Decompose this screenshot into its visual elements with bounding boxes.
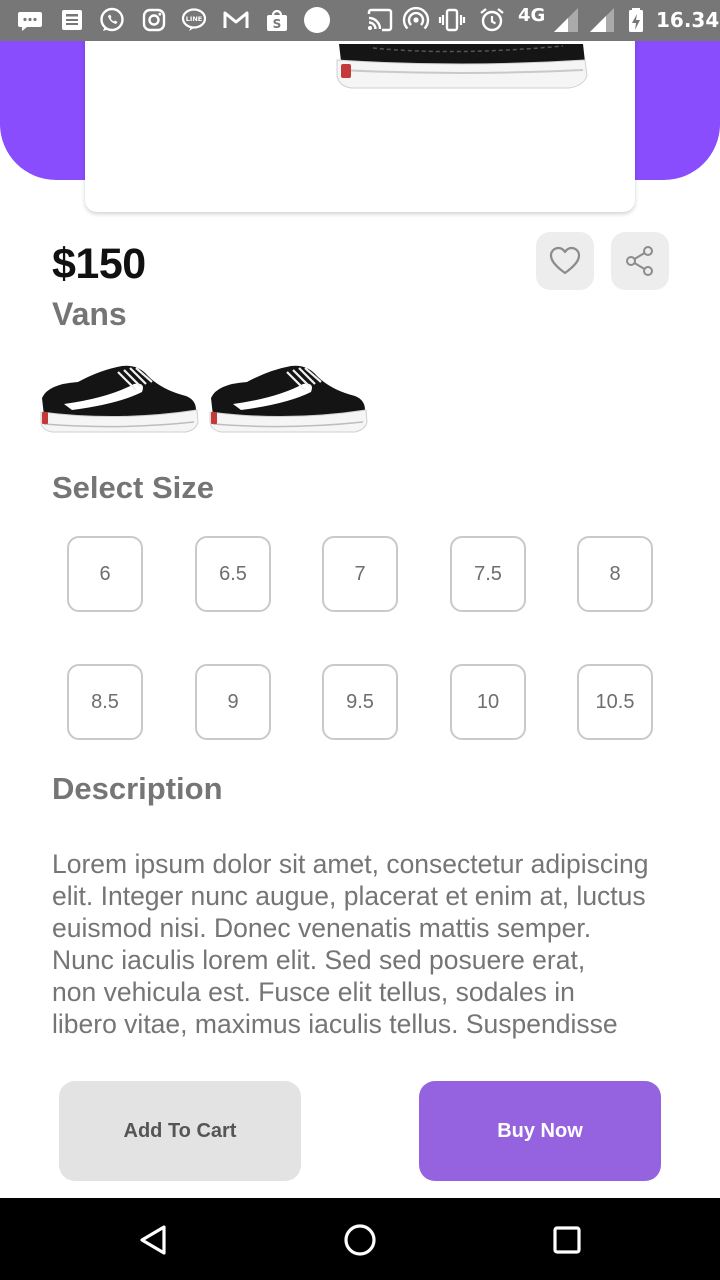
size-option[interactable]: 9.5 <box>322 664 398 740</box>
description-line: libero vitae, maximus iaculis tellus. Su… <box>52 1009 618 1039</box>
size-option[interactable]: 10.5 <box>577 664 653 740</box>
network-type-label: 4G <box>518 5 546 26</box>
back-button[interactable] <box>128 1214 180 1266</box>
chat-icon <box>18 12 42 31</box>
system-nav-bar <box>0 1198 720 1280</box>
add-to-cart-button[interactable]: Add To Cart <box>59 1081 301 1181</box>
product-brand: Vans <box>52 296 127 332</box>
size-option[interactable]: 6.5 <box>195 536 271 612</box>
size-option[interactable]: 8.5 <box>67 664 143 740</box>
news-icon <box>62 10 82 30</box>
favorite-button[interactable] <box>536 232 594 290</box>
gmail-icon <box>223 11 249 28</box>
recents-button[interactable] <box>541 1214 593 1266</box>
instagram-icon <box>142 8 166 32</box>
size-option[interactable]: 8 <box>577 536 653 612</box>
back-triangle-icon <box>140 1225 166 1255</box>
description-line: non vehicula est. Fusce elit tellus, sod… <box>52 977 575 1007</box>
cast-icon <box>367 8 393 32</box>
svg-text:LINE: LINE <box>186 15 202 23</box>
recents-square-icon <box>553 1226 581 1254</box>
select-size-heading: Select Size <box>52 470 214 505</box>
shopee-icon: S <box>267 9 287 31</box>
svg-text:S: S <box>273 17 282 31</box>
description-heading: Description <box>52 771 223 806</box>
battery-charging-icon <box>629 8 643 32</box>
size-option[interactable]: 6 <box>67 536 143 612</box>
size-option[interactable]: 7 <box>322 536 398 612</box>
status-bar: LINE S 4G 16.34 <box>0 0 720 41</box>
size-option[interactable]: 9 <box>195 664 271 740</box>
size-option[interactable]: 7.5 <box>450 536 526 612</box>
share-button[interactable] <box>611 232 669 290</box>
whatsapp-icon <box>100 7 124 32</box>
description-line: euismod nisi. Donec venenatis mattis sem… <box>52 913 592 943</box>
buy-now-button[interactable]: Buy Now <box>419 1081 661 1181</box>
vibrate-icon <box>438 8 466 32</box>
heart-icon <box>549 246 581 275</box>
description-line: Lorem ipsum dolor sit amet, consectetur … <box>52 849 649 879</box>
clock-label: 16.34 <box>656 8 720 32</box>
line-icon: LINE <box>181 8 207 31</box>
home-button[interactable] <box>334 1214 386 1266</box>
size-option[interactable]: 10 <box>450 664 526 740</box>
signal-icon <box>554 8 578 32</box>
description-text: Lorem ipsum dolor sit amet, consectetur … <box>52 848 682 1040</box>
signal-icon <box>590 8 614 32</box>
description-line: Nunc iaculis lorem elit. Sed sed posuere… <box>52 945 586 975</box>
shoe-thumbnail[interactable] <box>38 360 200 440</box>
hotspot-icon <box>402 6 430 30</box>
shoe-thumbnail[interactable] <box>207 360 369 440</box>
circle-icon <box>304 7 330 33</box>
product-image-card <box>85 20 635 212</box>
share-icon <box>626 246 653 276</box>
home-circle-icon <box>344 1224 376 1256</box>
description-line: elit. Integer nunc augue, placerat et en… <box>52 881 646 911</box>
product-main-image <box>336 44 588 89</box>
product-price: $150 <box>52 240 146 288</box>
alarm-icon <box>480 8 504 32</box>
product-detail-screen: LINE S 4G 16.34 $150 Vans Select Size 6 … <box>0 0 720 1280</box>
